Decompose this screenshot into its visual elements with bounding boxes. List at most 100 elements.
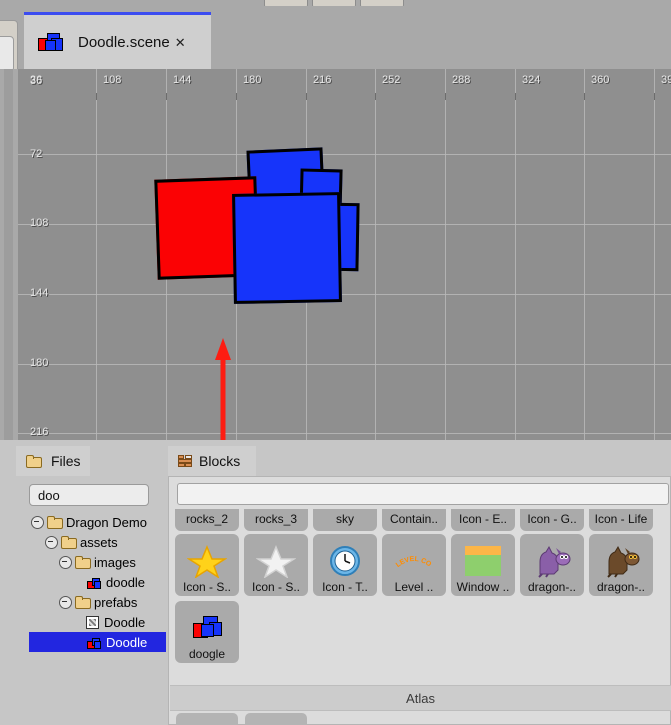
files-panel: Files doo Dragon Demo assets images dood… xyxy=(16,446,166,725)
atlas-section-header[interactable]: Atlas xyxy=(170,685,671,711)
ruler-label-h: 144 xyxy=(173,74,192,86)
doodle-sprite-icon xyxy=(87,637,101,649)
block-item[interactable]: dragon-.. xyxy=(589,534,653,596)
chevron-collapse-icon[interactable] xyxy=(45,535,58,549)
blocks-grid[interactable]: rocks_2 rocks_3 sky Contain.. Icon - E..… xyxy=(175,509,671,684)
ruler-label-h: 108 xyxy=(103,74,122,86)
block-item[interactable]: Icon - G.. xyxy=(520,509,584,531)
editor-tabstrip: Doodle.scene ✕ xyxy=(18,6,671,69)
blocks-panel: Blocks rocks_2 rocks_3 sky Contain.. Ico… xyxy=(168,446,671,725)
ruler-label-h: 180 xyxy=(243,74,262,86)
tree-item-label: Doodle xyxy=(106,634,148,650)
doodle-sprite-object[interactable] xyxy=(148,139,398,324)
ruler-label-v: 216 xyxy=(30,426,49,438)
atlas-item[interactable] xyxy=(245,713,307,725)
scene-canvas[interactable]: 36 108 144 180 216 252 288 324 360 396 3… xyxy=(18,69,671,440)
horizontal-ruler: 36 108 144 180 216 252 288 324 360 396 xyxy=(18,69,671,93)
tab-doodle-scene[interactable]: Doodle.scene ✕ xyxy=(24,12,211,69)
block-label: rocks_3 xyxy=(254,512,298,526)
files-search-value: doo xyxy=(38,487,60,503)
dragon-purple-icon xyxy=(532,544,572,578)
block-label: Icon - G.. xyxy=(527,512,577,526)
files-search-input[interactable]: doo xyxy=(29,484,149,506)
tab-files-label: Files xyxy=(51,453,81,469)
block-item[interactable]: Icon - S.. xyxy=(244,534,308,596)
gridline xyxy=(515,69,516,440)
block-item[interactable]: Icon - E.. xyxy=(451,509,515,531)
ruler-label-v: 72 xyxy=(30,148,43,160)
ruler-label-h: 360 xyxy=(591,74,610,86)
tree-item-dragon-demo[interactable]: Dragon Demo xyxy=(29,512,166,532)
ruler-tick xyxy=(96,93,97,100)
block-item[interactable]: Contain.. xyxy=(382,509,446,531)
bottom-dock: Files doo Dragon Demo assets images dood… xyxy=(0,440,671,725)
block-item[interactable]: rocks_3 xyxy=(244,509,308,531)
star-gold-icon xyxy=(186,544,228,579)
block-item[interactable]: doogle xyxy=(175,601,239,663)
block-label: Contain.. xyxy=(389,512,439,526)
block-item[interactable]: Icon - T.. xyxy=(313,534,377,596)
tree-item-doodle-image[interactable]: doodle xyxy=(29,572,166,592)
tree-item-doodle-prefab[interactable]: Doodle xyxy=(29,632,166,652)
folder-icon xyxy=(75,556,91,569)
tree-item-images[interactable]: images xyxy=(29,552,166,572)
block-label: doogle xyxy=(188,647,226,661)
block-item[interactable]: LEVEL COMPLETE! Level .. xyxy=(382,534,446,596)
canvas-vertical-scrollbar[interactable] xyxy=(0,69,19,440)
blocks-search-input[interactable] xyxy=(177,483,669,505)
ruler-tick xyxy=(445,93,446,100)
tree-item-prefabs[interactable]: prefabs xyxy=(29,592,166,612)
chevron-collapse-icon[interactable] xyxy=(31,515,44,529)
dragon-brown-icon xyxy=(601,544,641,578)
block-item[interactable]: Icon - Life xyxy=(589,509,653,531)
folder-icon xyxy=(26,455,42,468)
doodle-sprite-icon xyxy=(87,577,101,589)
canvas-scrollbar-track[interactable] xyxy=(4,69,13,440)
window-icon xyxy=(463,544,503,578)
tab-blocks[interactable]: Blocks xyxy=(168,446,256,476)
ruler-tick xyxy=(515,93,516,100)
left-edge-panel-field[interactable] xyxy=(0,36,14,72)
block-label: Window .. xyxy=(456,580,510,594)
tree-item-label: assets xyxy=(80,534,118,550)
block-item[interactable]: rocks_2 xyxy=(175,509,239,531)
block-label: dragon-.. xyxy=(527,580,577,594)
close-icon[interactable]: ✕ xyxy=(175,36,186,49)
tree-item-doodle-scene[interactable]: Doodle xyxy=(29,612,166,632)
block-item[interactable]: sky xyxy=(313,509,377,531)
tree-item-label: images xyxy=(94,554,136,570)
ruler-label-h: 252 xyxy=(382,74,401,86)
ruler-label-h: 216 xyxy=(313,74,332,86)
chevron-collapse-icon[interactable] xyxy=(59,555,72,569)
chevron-collapse-icon[interactable] xyxy=(59,595,72,609)
block-item[interactable]: Window .. xyxy=(451,534,515,596)
vertical-ruler: 36 72 108 144 180 216 xyxy=(18,69,58,440)
level-complete-icon: LEVEL COMPLETE! xyxy=(391,539,434,578)
folder-icon xyxy=(47,516,63,529)
ruler-tick xyxy=(236,93,237,100)
doodle-sprite-icon xyxy=(187,611,227,645)
atlas-item[interactable] xyxy=(176,713,238,725)
ruler-label-h: 324 xyxy=(522,74,541,86)
ruler-label-h: 288 xyxy=(452,74,471,86)
block-label: Level .. xyxy=(394,580,434,594)
block-item[interactable]: dragon-.. xyxy=(520,534,584,596)
clock-icon xyxy=(325,544,365,578)
block-label: Icon - Life xyxy=(594,512,648,526)
block-label: dragon-.. xyxy=(596,580,646,594)
tab-label: Doodle.scene xyxy=(78,33,170,51)
block-label: Icon - S.. xyxy=(251,580,301,594)
tree-item-assets[interactable]: assets xyxy=(29,532,166,552)
tab-blocks-label: Blocks xyxy=(199,453,241,469)
block-item[interactable]: Icon - S.. xyxy=(175,534,239,596)
scene-file-icon xyxy=(86,615,99,629)
atlas-items-row[interactable] xyxy=(175,713,671,725)
svg-text:LEVEL COMPLETE!: LEVEL COMPLETE! xyxy=(394,544,433,569)
file-tree[interactable]: Dragon Demo assets images doodle prefabs… xyxy=(29,512,166,719)
block-label: Icon - T.. xyxy=(322,580,368,594)
block-label: Icon - S.. xyxy=(182,580,232,594)
folder-icon xyxy=(61,536,77,549)
tab-files[interactable]: Files xyxy=(16,446,90,476)
ruler-label-h: 396 xyxy=(661,74,671,86)
gridline xyxy=(18,364,671,365)
